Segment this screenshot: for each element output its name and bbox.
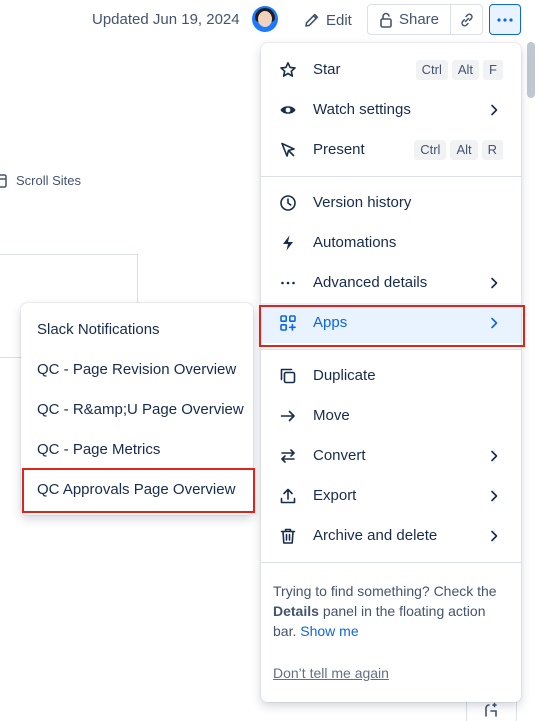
share-label: Share <box>398 11 440 28</box>
key-r: R <box>481 140 503 160</box>
clock-icon <box>280 195 296 211</box>
highlight-qc-approvals <box>22 468 255 513</box>
lock-icon <box>380 12 392 28</box>
last-updated-text: Updated Jun 19, 2024 <box>92 11 240 28</box>
dont-tell-me-again-link[interactable]: Don’t tell me again <box>273 665 389 681</box>
menu-divider <box>261 349 521 350</box>
highlight-apps <box>259 305 525 347</box>
menu-item-label: Export <box>313 487 357 504</box>
more-actions-menu: Star Ctrl Alt F Watch settings Present C… <box>261 43 521 702</box>
scroll-sites-item[interactable]: Scroll Sites <box>0 173 81 188</box>
menu-item-star[interactable]: Star Ctrl Alt F <box>261 50 521 90</box>
avatar[interactable] <box>252 6 278 32</box>
menu-item-label: Duplicate <box>313 367 376 384</box>
menu-item-archive-and-delete[interactable]: Archive and delete <box>261 516 521 556</box>
submenu-item-qc-page-metrics[interactable]: QC - Page Metrics <box>21 429 253 469</box>
key-ctrl: Ctrl <box>414 140 447 160</box>
menu-item-advanced-details[interactable]: Advanced details <box>261 263 521 303</box>
swap-icon <box>281 449 295 463</box>
tip-details-bold: Details <box>273 603 319 619</box>
show-me-link[interactable]: Show me <box>300 623 358 639</box>
menu-item-label: Watch settings <box>313 101 411 118</box>
menu-item-move[interactable]: Move <box>261 396 521 436</box>
menu-item-label: Present <box>313 141 365 158</box>
scrollbar[interactable] <box>527 42 535 98</box>
more-actions-button[interactable] <box>489 4 521 35</box>
menu-item-label: Archive and delete <box>313 527 438 544</box>
chevron-right-icon <box>491 530 498 542</box>
edit-button[interactable]: Edit <box>298 5 358 35</box>
share-button[interactable]: Share <box>367 4 451 35</box>
chevron-right-icon <box>491 277 498 289</box>
menu-item-label: Version history <box>313 194 412 211</box>
duplicate-icon <box>280 368 296 384</box>
trash-icon <box>280 528 296 544</box>
ellipsis-icon <box>281 281 295 285</box>
submenu-item-slack-notifications[interactable]: Slack Notifications <box>21 309 253 349</box>
menu-item-label: Star <box>313 61 341 78</box>
scroll-sites-label: Scroll Sites <box>16 173 82 188</box>
link-icon <box>460 13 473 26</box>
key-alt: Alt <box>450 140 478 160</box>
key-f: F <box>483 60 503 80</box>
eye-icon <box>280 106 296 114</box>
tip-text: Trying to find something? Check the <box>273 583 497 599</box>
menu-item-label: Automations <box>313 234 397 251</box>
star-icon <box>280 62 296 77</box>
submenu-item-qc-page-revision-overview[interactable]: QC - Page Revision Overview <box>21 349 253 389</box>
chevron-right-icon <box>491 490 498 502</box>
menu-item-label: Convert <box>313 447 366 464</box>
menu-item-convert[interactable]: Convert <box>261 436 521 476</box>
shortcut: Ctrl Alt F <box>415 60 503 80</box>
menu-divider <box>261 562 521 563</box>
feedback-icon[interactable] <box>483 702 499 718</box>
menu-item-export[interactable]: Export <box>261 476 521 516</box>
submenu-item-qc-ru-page-overview[interactable]: QC - R&amp;U Page Overview <box>21 389 253 429</box>
menu-divider <box>261 176 521 177</box>
edit-label: Edit <box>326 11 352 29</box>
menu-item-version-history[interactable]: Version history <box>261 183 521 223</box>
chevron-right-icon <box>491 450 498 462</box>
menu-item-watch-settings[interactable]: Watch settings <box>261 90 521 130</box>
upload-icon <box>280 488 296 504</box>
menu-item-present[interactable]: Present Ctrl Alt R <box>261 130 521 170</box>
arrow-right-icon <box>280 410 295 422</box>
key-ctrl: Ctrl <box>415 60 448 80</box>
menu-item-label: Advanced details <box>313 274 428 291</box>
menu-item-label: Move <box>313 407 350 424</box>
menu-item-duplicate[interactable]: Duplicate <box>261 356 521 396</box>
pencil-icon <box>305 13 319 27</box>
ellipsis-icon <box>497 17 513 22</box>
tip-message: Trying to find something? Check the Deta… <box>273 581 509 641</box>
lightning-icon <box>283 235 293 251</box>
chevron-right-icon <box>491 104 498 116</box>
key-alt: Alt <box>451 60 480 80</box>
menu-item-automations[interactable]: Automations <box>261 223 521 263</box>
shortcut: Ctrl Alt R <box>414 140 503 160</box>
present-icon <box>281 142 295 157</box>
page-icon <box>0 173 7 188</box>
copy-link-button[interactable] <box>451 4 483 35</box>
